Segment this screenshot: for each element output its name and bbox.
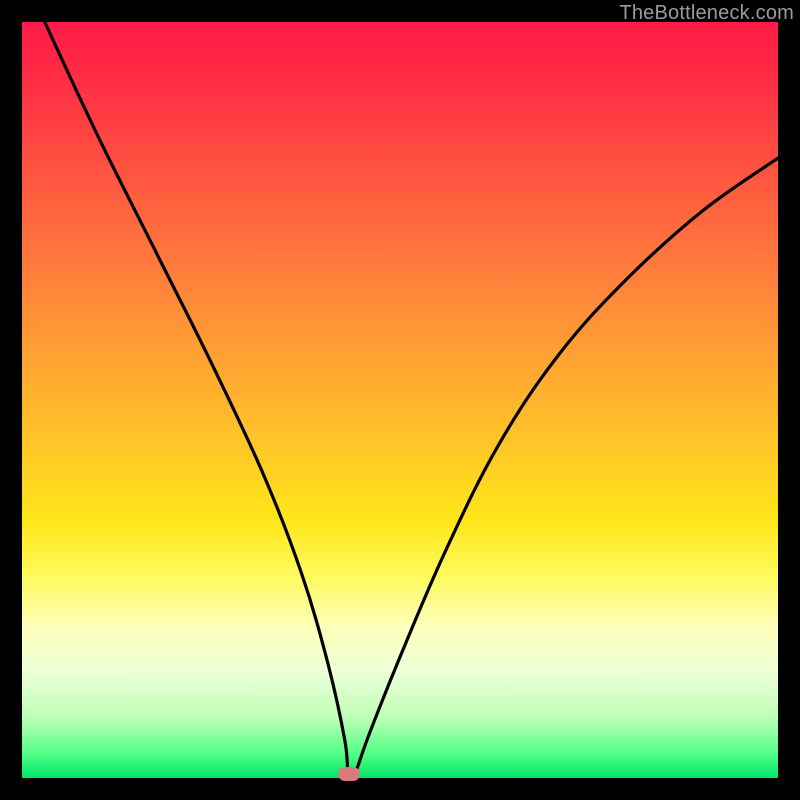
watermark-text: TheBottleneck.com [619, 2, 794, 25]
chart-plot-area [22, 22, 778, 778]
chart-frame: TheBottleneck.com [0, 0, 800, 800]
bottleneck-curve [22, 22, 778, 778]
minimum-marker [338, 767, 360, 781]
